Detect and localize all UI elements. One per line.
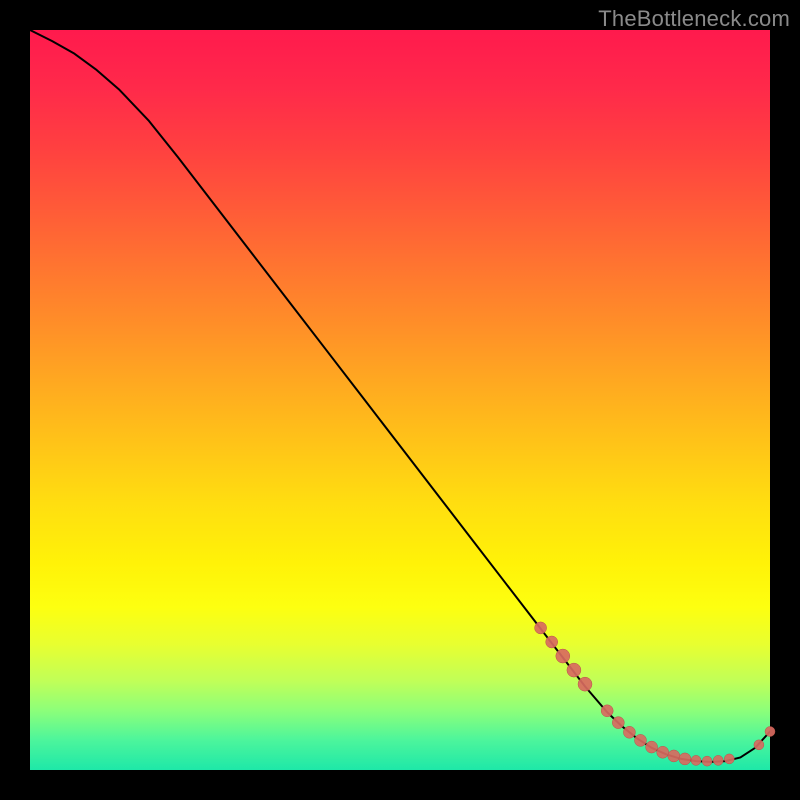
data-point: [556, 649, 570, 663]
data-point: [646, 741, 658, 753]
data-point: [679, 753, 691, 765]
data-point: [623, 726, 635, 738]
data-point: [657, 746, 669, 758]
data-point: [668, 750, 680, 762]
chart-container: TheBottleneck.com: [0, 0, 800, 800]
data-point: [754, 740, 764, 750]
data-point: [691, 755, 701, 765]
data-point: [612, 717, 624, 729]
data-point: [724, 754, 734, 764]
data-point: [546, 636, 558, 648]
bottleneck-curve-path: [30, 30, 770, 762]
data-point: [535, 622, 547, 634]
data-point: [635, 734, 647, 746]
watermark-text: TheBottleneck.com: [598, 6, 790, 32]
data-point: [702, 756, 712, 766]
chart-svg: [30, 30, 770, 770]
data-point: [567, 663, 581, 677]
data-point: [765, 727, 775, 737]
data-point: [601, 705, 613, 717]
data-point: [578, 677, 592, 691]
data-point: [713, 755, 723, 765]
